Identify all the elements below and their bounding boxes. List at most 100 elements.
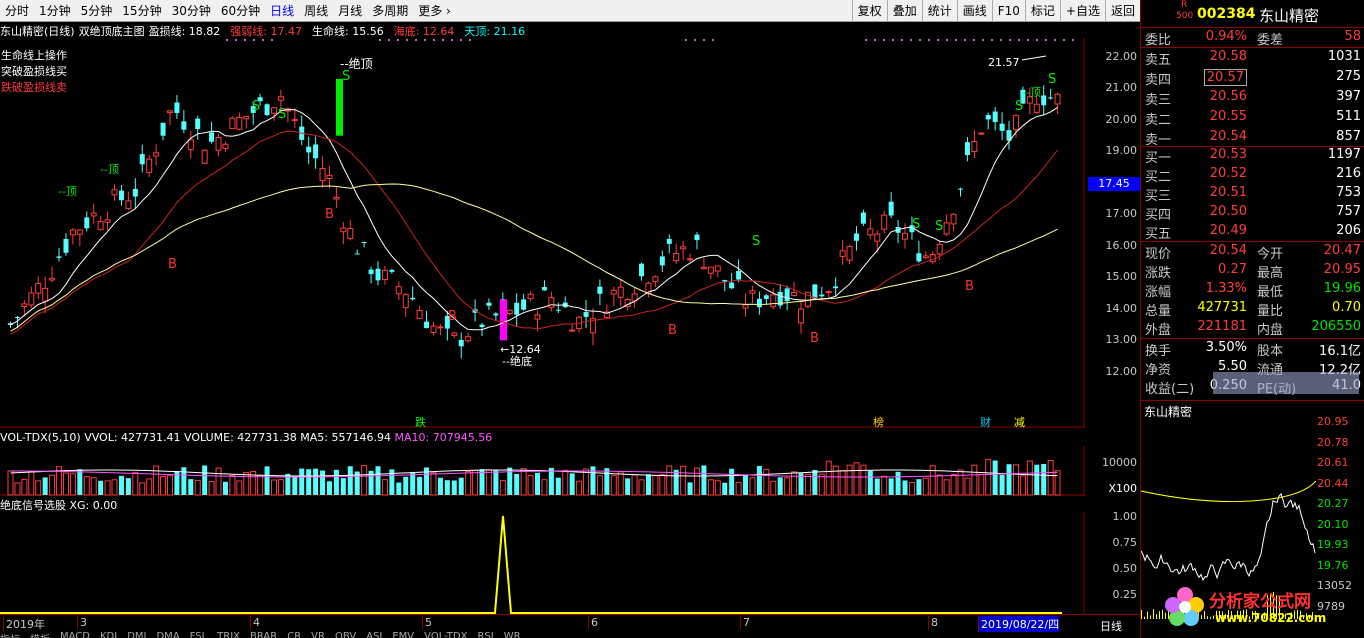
volume-bar	[541, 479, 548, 496]
period-tab-3[interactable]: 15分钟	[117, 0, 166, 22]
candle	[236, 112, 243, 131]
ask-row-0-value2: 1031	[1327, 49, 1361, 64]
tool-button-2[interactable]: 统计	[921, 0, 957, 22]
candle	[964, 137, 970, 162]
candlestick-chart[interactable]: --绝顶←12.64--绝底21.57--顶--顶--顶BBBBBBSSSS SS…	[0, 38, 1085, 428]
tool-button-5[interactable]: 标记	[1024, 0, 1060, 22]
weibi-row-label2: 委差	[1257, 33, 1284, 48]
indicator-tab-14[interactable]: VOL-TDX	[424, 631, 467, 638]
indicator-tab-16[interactable]: WR	[504, 631, 521, 638]
indicator-tab-2[interactable]: MACD	[60, 631, 90, 638]
signal-indicator-name[interactable]: 绝底信号选股	[0, 499, 66, 512]
candle	[659, 250, 665, 272]
volume-bar	[299, 468, 305, 495]
ask-row-4-value2: 857	[1336, 129, 1361, 144]
event-mark-3: 减	[1014, 416, 1025, 428]
candle	[617, 278, 624, 307]
candle	[714, 265, 721, 278]
volume-bar	[458, 477, 464, 495]
ask-row-0: 卖五 20.58 1031	[1141, 49, 1364, 68]
weibi-row-value2: 58	[1344, 29, 1361, 44]
period-tab-7[interactable]: 周线	[299, 0, 333, 22]
candle	[271, 107, 277, 121]
period-tab-8[interactable]: 月线	[333, 0, 367, 22]
indicator-tab-1[interactable]: 模板	[30, 631, 50, 638]
indicator-tab-11[interactable]: OBV	[335, 631, 356, 638]
indicator-value-0: 盈损线: 18.82	[148, 25, 221, 38]
indicator-tab-5[interactable]: DMA	[156, 631, 179, 638]
candle	[326, 165, 333, 189]
indicator-tab-4[interactable]: DMI	[127, 631, 146, 638]
volume-bar	[21, 478, 28, 496]
candle	[992, 107, 998, 131]
period-tab-9[interactable]: 多周期	[367, 0, 413, 22]
indicator-tab-13[interactable]: EMV	[392, 631, 414, 638]
tool-button-3[interactable]: 画线	[956, 0, 992, 22]
candle	[187, 130, 194, 159]
indicator-tab-15[interactable]: RSI	[477, 631, 493, 638]
period-tab-5[interactable]: 60分钟	[216, 0, 265, 22]
intraday-mini-chart[interactable]: 东山精密 20.95 20.78 20.61 20.44 20.27 20.10 19.93…	[1140, 400, 1364, 638]
indicator-values: 盈损线: 18.82 强弱线: 17.47 生命线: 15.56 海底: 12.64 天…	[149, 23, 536, 39]
indicator-tab-3[interactable]: KDJ	[100, 631, 117, 638]
divider	[1141, 47, 1364, 48]
candle	[201, 149, 208, 164]
volume-bar	[320, 470, 326, 495]
tool-button-7[interactable]: 返回	[1104, 0, 1140, 22]
signal-chart[interactable]	[0, 512, 1085, 614]
volume-bar	[743, 474, 749, 495]
indicator-value-1: 强弱线: 17.47	[230, 25, 302, 38]
buy-mark-5: B	[965, 279, 974, 294]
candle	[736, 259, 742, 283]
vol-indicator-name[interactable]: VOL-TDX(5,10)	[0, 431, 81, 444]
period-tab-6[interactable]: 日线	[265, 0, 299, 22]
volume-bar	[860, 464, 867, 496]
indicator-tab-0[interactable]: 指标	[0, 631, 20, 638]
tool-button-6[interactable]: +自选	[1059, 0, 1105, 22]
volume-bar	[243, 472, 250, 496]
bid-row-0-value2: 1197	[1327, 147, 1361, 162]
candle	[354, 249, 360, 255]
tool-button-1[interactable]: 叠加	[886, 0, 922, 22]
r-number: 500	[1176, 11, 1194, 21]
stat-row-2-value: 1.33%	[1205, 281, 1247, 296]
volume-chart[interactable]	[0, 446, 1085, 496]
period-tab-2[interactable]: 5分钟	[76, 0, 118, 22]
ask-row-2-value: 20.56	[1209, 89, 1247, 104]
period-tab-10[interactable]: 更多 ›	[413, 0, 456, 22]
tool-button-4[interactable]: F10	[991, 0, 1025, 22]
stat-row-4-label2: 内盘	[1257, 323, 1284, 338]
date-period-label[interactable]: 日线	[1100, 618, 1122, 634]
volume-bar	[562, 469, 569, 496]
indicator-name[interactable]: 双绝顶底主图	[79, 23, 145, 39]
indicator-tab-12[interactable]: ASI	[366, 631, 382, 638]
buy-mark-1: B	[325, 207, 334, 222]
period-tab-1[interactable]: 1分钟	[34, 0, 76, 22]
bid-row-0-label: 买一	[1145, 151, 1172, 166]
volume-bar	[257, 474, 264, 496]
candle	[416, 305, 423, 319]
vvol-value: VVOL: 427731.41	[84, 431, 181, 444]
volume-bar	[638, 479, 645, 496]
event-mark-1: 榜	[873, 415, 884, 428]
volume-bar	[375, 466, 381, 495]
buy-mark-4: B	[810, 331, 819, 346]
volume-bar	[902, 480, 908, 495]
indicator-tab-7[interactable]: TRIX	[217, 631, 240, 638]
stock-period-label[interactable]: 东山精密(日线)	[0, 23, 75, 39]
volume-bar	[208, 481, 215, 496]
volume-bar	[666, 465, 673, 496]
bid-row-2: 买三 20.51 753	[1141, 185, 1364, 204]
indicator-tab-10[interactable]: VR	[311, 631, 325, 638]
indicator-value-2: 生命线: 15.56	[312, 25, 384, 38]
period-tab-4[interactable]: 30分钟	[167, 0, 216, 22]
ask-row-1-value2: 275	[1336, 69, 1361, 84]
volume-bar	[90, 477, 97, 496]
period-tab-0[interactable]: 分时	[0, 0, 34, 22]
indicator-tab-6[interactable]: FSL	[190, 631, 208, 638]
indicator-tab-8[interactable]: BRAR	[250, 631, 277, 638]
price-tick-3: 19.00	[1105, 144, 1138, 158]
stat-row-2: 涨幅 1.33% 最低 19.96	[1141, 281, 1364, 300]
indicator-tab-9[interactable]: CR	[287, 631, 301, 638]
tool-button-0[interactable]: 复权	[851, 0, 887, 22]
